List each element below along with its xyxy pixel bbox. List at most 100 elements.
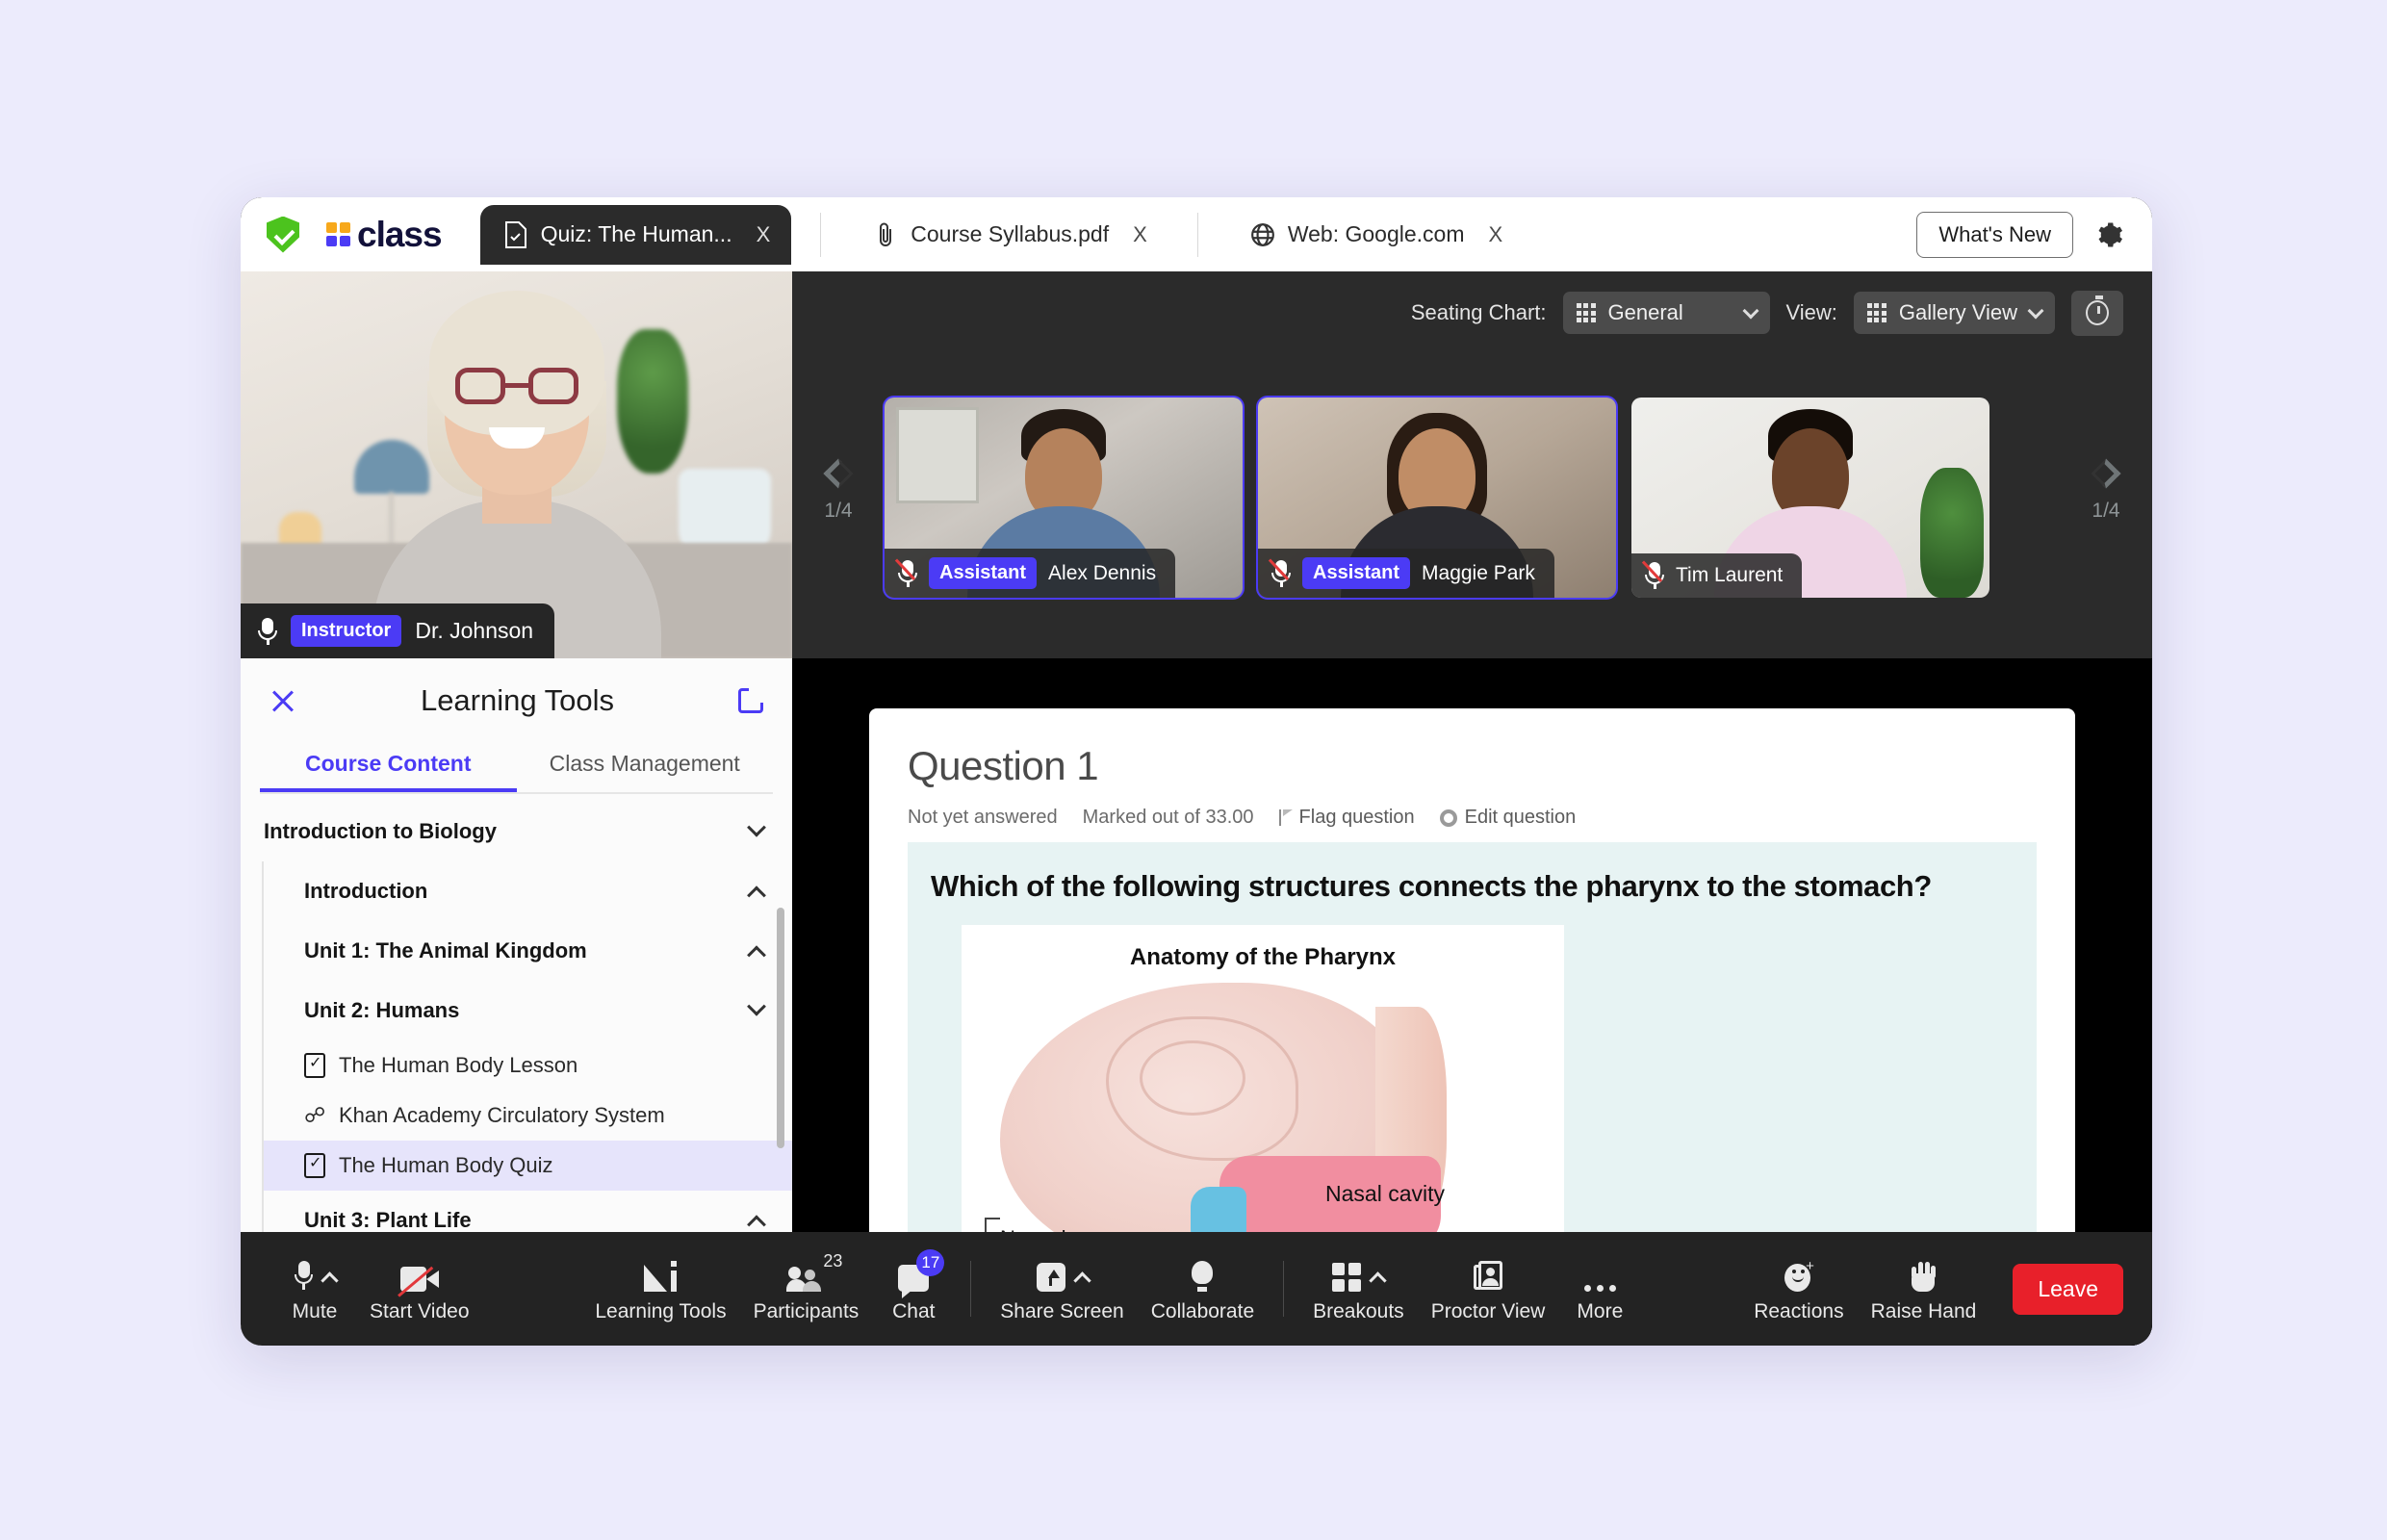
participant-nameplate: Tim Laurent (1631, 553, 1803, 598)
tab-course-syllabus[interactable]: Course Syllabus.pdf X (850, 208, 1168, 262)
collaborate-button[interactable]: Collaborate (1138, 1232, 1268, 1346)
tree-item-unit-2[interactable]: Unit 2: Humans (262, 981, 792, 1040)
participant-tile-alex-dennis[interactable]: Assistant Alex Dennis (883, 396, 1245, 600)
chevron-up-icon[interactable] (1369, 1270, 1388, 1290)
flag-question-button[interactable]: Flag question (1278, 807, 1415, 829)
tab-class-management[interactable]: Class Management (517, 741, 774, 792)
participants-button[interactable]: 23 Participants (740, 1232, 873, 1346)
grid-icon (1332, 1255, 1388, 1292)
tab-divider (1196, 212, 1198, 257)
browser-tab-bar: class Quiz: The Human... X Course Syllab… (241, 197, 2152, 271)
tab-web-google[interactable]: Web: Google.com X (1227, 208, 1524, 262)
participants-label: Participants (753, 1299, 860, 1322)
camera-off-icon (397, 1255, 439, 1296)
tree-item-label: Introduction to Biology (264, 819, 497, 843)
raise-hand-icon (1910, 1255, 1937, 1292)
whats-new-button[interactable]: What's New (1916, 211, 2073, 258)
figure-label-nasal-cavity: Nasal cavity (1325, 1181, 1445, 1206)
logo-squares-icon (326, 222, 350, 246)
chat-label: Chat (892, 1299, 936, 1322)
timer-button[interactable] (2071, 290, 2123, 336)
question-status: Not yet answered (908, 807, 1058, 828)
share-screen-icon (1036, 1255, 1091, 1292)
tree-item-human-body-lesson[interactable]: The Human Body Lesson (262, 1040, 792, 1091)
instructor-nameplate: Instructor Dr. Johnson (241, 603, 555, 658)
start-video-button[interactable]: Start Video (356, 1232, 483, 1346)
tab-course-content[interactable]: Course Content (260, 741, 517, 792)
class-app-window: class Quiz: The Human... X Course Syllab… (241, 197, 2152, 1346)
tree-item-unit-1[interactable]: Unit 1: The Animal Kingdom (262, 921, 792, 981)
tab-quiz[interactable]: Quiz: The Human... X (479, 204, 792, 265)
brand-name: class (357, 214, 443, 254)
participant-tile-maggie-park[interactable]: Assistant Maggie Park (1256, 396, 1618, 600)
tree-item-label: Introduction (304, 879, 428, 903)
popout-icon[interactable] (738, 684, 767, 713)
microphone-icon (294, 1255, 339, 1292)
chevron-up-icon[interactable] (320, 1270, 339, 1290)
tree-item-label: Khan Academy Circulatory System (339, 1103, 665, 1127)
gallery-page-right: 1/4 (2092, 500, 2120, 522)
tree-item-label: The Human Body Lesson (339, 1053, 578, 1077)
tree-item-introduction-to-biology[interactable]: Introduction to Biology (241, 802, 792, 861)
tab-web-google-label: Web: Google.com (1287, 221, 1465, 246)
tree-item-khan-academy-circulatory-system[interactable]: ☍ Khan Academy Circulatory System (262, 1091, 792, 1141)
chevron-up-icon[interactable] (1072, 1270, 1091, 1290)
edit-question-button[interactable]: Edit question (1439, 807, 1576, 829)
gallery-next-button[interactable]: 1/4 (2060, 458, 2152, 523)
tree-item-label: Unit 2: Humans (304, 998, 460, 1022)
reactions-icon: + (1784, 1255, 1814, 1292)
instructor-video-tile[interactable]: Instructor Dr. Johnson (241, 271, 792, 658)
learning-tools-icon (644, 1255, 678, 1292)
raise-hand-button[interactable]: Raise Hand (1858, 1232, 1990, 1346)
gallery-prev-button[interactable]: 1/4 (792, 458, 885, 523)
gallery-page-left: 1/4 (824, 500, 853, 522)
grid-icon (1576, 303, 1596, 322)
verified-shield-icon (267, 216, 299, 253)
microphone-icon (258, 617, 277, 645)
participant-tile-tim-laurent[interactable]: Tim Laurent (1631, 398, 1989, 598)
participant-nameplate: Assistant Maggie Park (1258, 549, 1554, 598)
more-label: More (1577, 1299, 1624, 1322)
reactions-label: Reactions (1754, 1299, 1844, 1322)
question-marks: Marked out of 33.00 (1082, 807, 1254, 828)
tab-course-syllabus-close-icon[interactable]: X (1133, 222, 1147, 247)
tree-item-introduction[interactable]: Introduction (262, 861, 792, 921)
flag-question-label: Flag question (1298, 807, 1415, 828)
tree-item-label: The Human Body Quiz (339, 1153, 553, 1177)
microphone-muted-icon (1268, 557, 1291, 587)
participant-name: Tim Laurent (1676, 564, 1784, 586)
more-button[interactable]: More (1558, 1232, 1641, 1346)
proctor-view-button[interactable]: Proctor View (1418, 1232, 1559, 1346)
instructor-name: Dr. Johnson (415, 618, 534, 643)
microphone-muted-icon (894, 557, 917, 587)
tab-web-google-close-icon[interactable]: X (1488, 222, 1502, 247)
breakouts-button[interactable]: Breakouts (1299, 1232, 1418, 1346)
quiz-doc-icon (504, 220, 526, 248)
proctor-view-icon (1474, 1255, 1503, 1292)
close-icon[interactable] (270, 687, 296, 714)
chat-button[interactable]: 17 Chat (872, 1232, 955, 1346)
view-value: Gallery View (1898, 300, 2017, 324)
leave-button[interactable]: Leave (2013, 1263, 2123, 1315)
gear-icon[interactable] (2094, 220, 2123, 249)
view-select[interactable]: Gallery View (1853, 292, 2055, 334)
question-figure: Anatomy of the Pharynx Nasal cavity Naso… (962, 925, 1564, 1252)
seating-chart-select[interactable]: General (1562, 292, 1770, 334)
gallery-area: Seating Chart: General View: Gallery Vie… (792, 271, 2152, 658)
mute-label: Mute (292, 1299, 338, 1322)
lightbulb-icon (1192, 1255, 1214, 1292)
participant-role-badge: Assistant (929, 557, 1038, 589)
share-screen-button[interactable]: Share Screen (987, 1232, 1137, 1346)
participant-name: Maggie Park (1422, 561, 1535, 584)
mute-button[interactable]: Mute (273, 1232, 356, 1346)
learning-tools-label: Learning Tools (595, 1299, 727, 1322)
tree-item-human-body-quiz[interactable]: The Human Body Quiz (262, 1141, 792, 1191)
tab-quiz-close-icon[interactable]: X (757, 222, 771, 247)
learning-tools-button[interactable]: Learning Tools (581, 1232, 739, 1346)
tree-scrollbar[interactable] (777, 908, 784, 1148)
panel-title: Learning Tools (420, 683, 615, 717)
meeting-toolbar: Mute Start Video Learning Tools 23 Parti… (241, 1232, 2152, 1346)
reactions-button[interactable]: + Reactions (1740, 1232, 1857, 1346)
chevron-up-icon (747, 945, 766, 965)
chat-icon: 17 (898, 1248, 945, 1298)
